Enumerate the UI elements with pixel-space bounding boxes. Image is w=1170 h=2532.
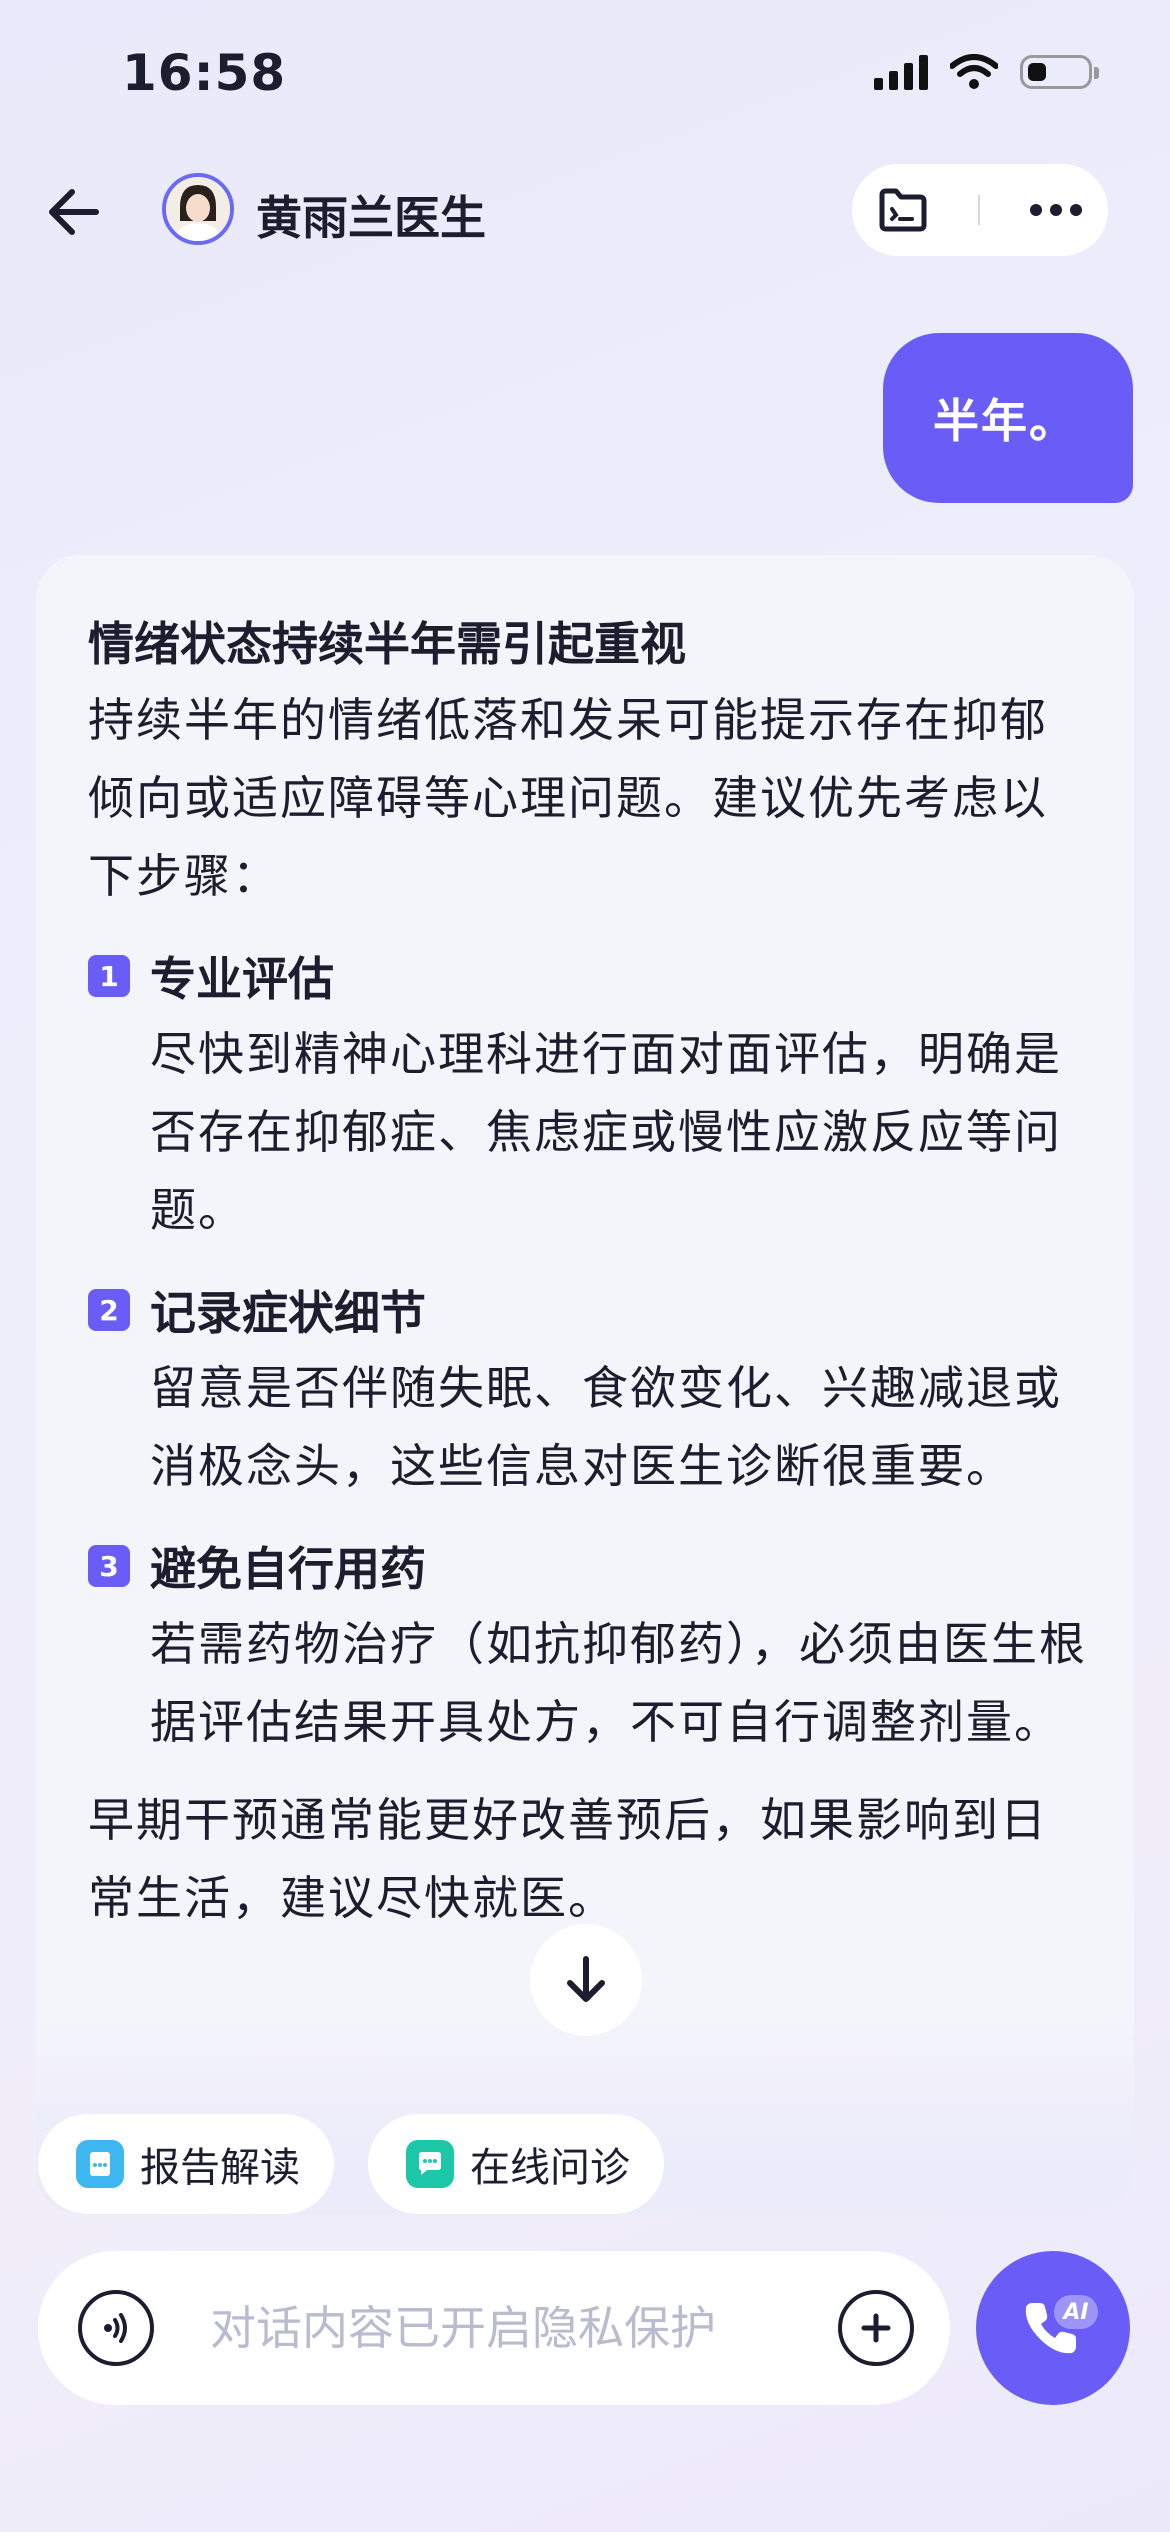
cellular-signal-icon xyxy=(874,54,928,90)
doctor-avatar[interactable] xyxy=(162,173,234,245)
quick-action-report[interactable]: 报告解读 xyxy=(38,2114,334,2214)
voice-input-button[interactable] xyxy=(78,2290,154,2366)
message-input[interactable] xyxy=(210,2291,810,2365)
chat-header: 黄雨兰医生 xyxy=(0,160,1170,260)
step-number-badge: 2 xyxy=(88,1289,130,1331)
quick-action-label: 在线问诊 xyxy=(470,2145,630,2191)
ai-call-button[interactable]: AI xyxy=(976,2251,1130,2405)
back-arrow-icon[interactable] xyxy=(44,182,114,242)
scroll-to-bottom-button[interactable] xyxy=(530,1924,642,2036)
step-number-badge: 3 xyxy=(88,1545,130,1587)
voice-wave-icon xyxy=(104,2313,127,2343)
arrow-down-icon xyxy=(567,1956,605,2002)
status-icons xyxy=(874,54,1099,90)
chat-icon xyxy=(406,2140,454,2188)
new-chat-icon[interactable] xyxy=(876,185,930,235)
quick-action-label: 报告解读 xyxy=(140,2145,300,2191)
user-message-bubble: 半年。 xyxy=(883,333,1133,503)
doctor-name: 黄雨兰医生 xyxy=(256,191,486,245)
wifi-icon xyxy=(950,54,998,89)
step-body: 若需药物治疗（如抗抑郁药），必须由医生根据评估结果开具处方，不可自行调整剂量。 xyxy=(150,1617,1087,1749)
quick-action-consult[interactable]: 在线问诊 xyxy=(368,2114,664,2214)
ai-badge: AI xyxy=(1054,2295,1098,2329)
status-bar: 16:58 xyxy=(0,0,1170,150)
step-body: 尽快到精神心理科进行面对面评估，明确是否存在抑郁症、焦虑症或慢性应激反应等问题。 xyxy=(150,1027,1062,1237)
step-number-badge: 1 xyxy=(88,955,130,997)
step-item: 2 记录症状细节 留意是否伴随失眠、食欲变化、兴趣减退或消极念头，这些信息对医生… xyxy=(88,1271,1088,1505)
more-options-icon[interactable] xyxy=(1028,202,1084,218)
message-composer xyxy=(38,2251,950,2405)
header-actions xyxy=(852,164,1108,256)
reply-content: 情绪状态持续半年需引起重视 持续半年的情绪低落和发呆可能提示存在抑郁倾向或适应障… xyxy=(88,607,1088,1937)
doctor-portrait-icon xyxy=(166,177,230,241)
report-icon xyxy=(76,2140,124,2188)
reply-intro: 持续半年的情绪低落和发呆可能提示存在抑郁倾向或适应障碍等心理问题。建议优先考虑以… xyxy=(88,693,1048,903)
add-attachment-button[interactable] xyxy=(838,2290,914,2366)
step-title: 专业评估 xyxy=(150,952,334,1006)
step-title: 记录症状细节 xyxy=(150,1286,426,1340)
step-title: 避免自行用药 xyxy=(150,1542,426,1596)
status-time: 16:58 xyxy=(122,44,287,102)
step-item: 3 避免自行用药 若需药物治疗（如抗抑郁药），必须由医生根据评估结果开具处方，不… xyxy=(88,1527,1088,1761)
divider xyxy=(978,195,980,225)
step-body: 留意是否伴随失眠、食欲变化、兴趣减退或消极念头，这些信息对医生诊断很重要。 xyxy=(150,1361,1062,1493)
step-item: 1 专业评估 尽快到精神心理科进行面对面评估，明确是否存在抑郁症、焦虑症或慢性应… xyxy=(88,937,1088,1249)
battery-icon xyxy=(1020,55,1099,89)
reply-closing: 早期干预通常能更好改善预后，如果影响到日常生活，建议尽快就医。 xyxy=(88,1793,1048,1925)
plus-icon xyxy=(861,2313,891,2343)
reply-title: 情绪状态持续半年需引起重视 xyxy=(88,617,686,671)
